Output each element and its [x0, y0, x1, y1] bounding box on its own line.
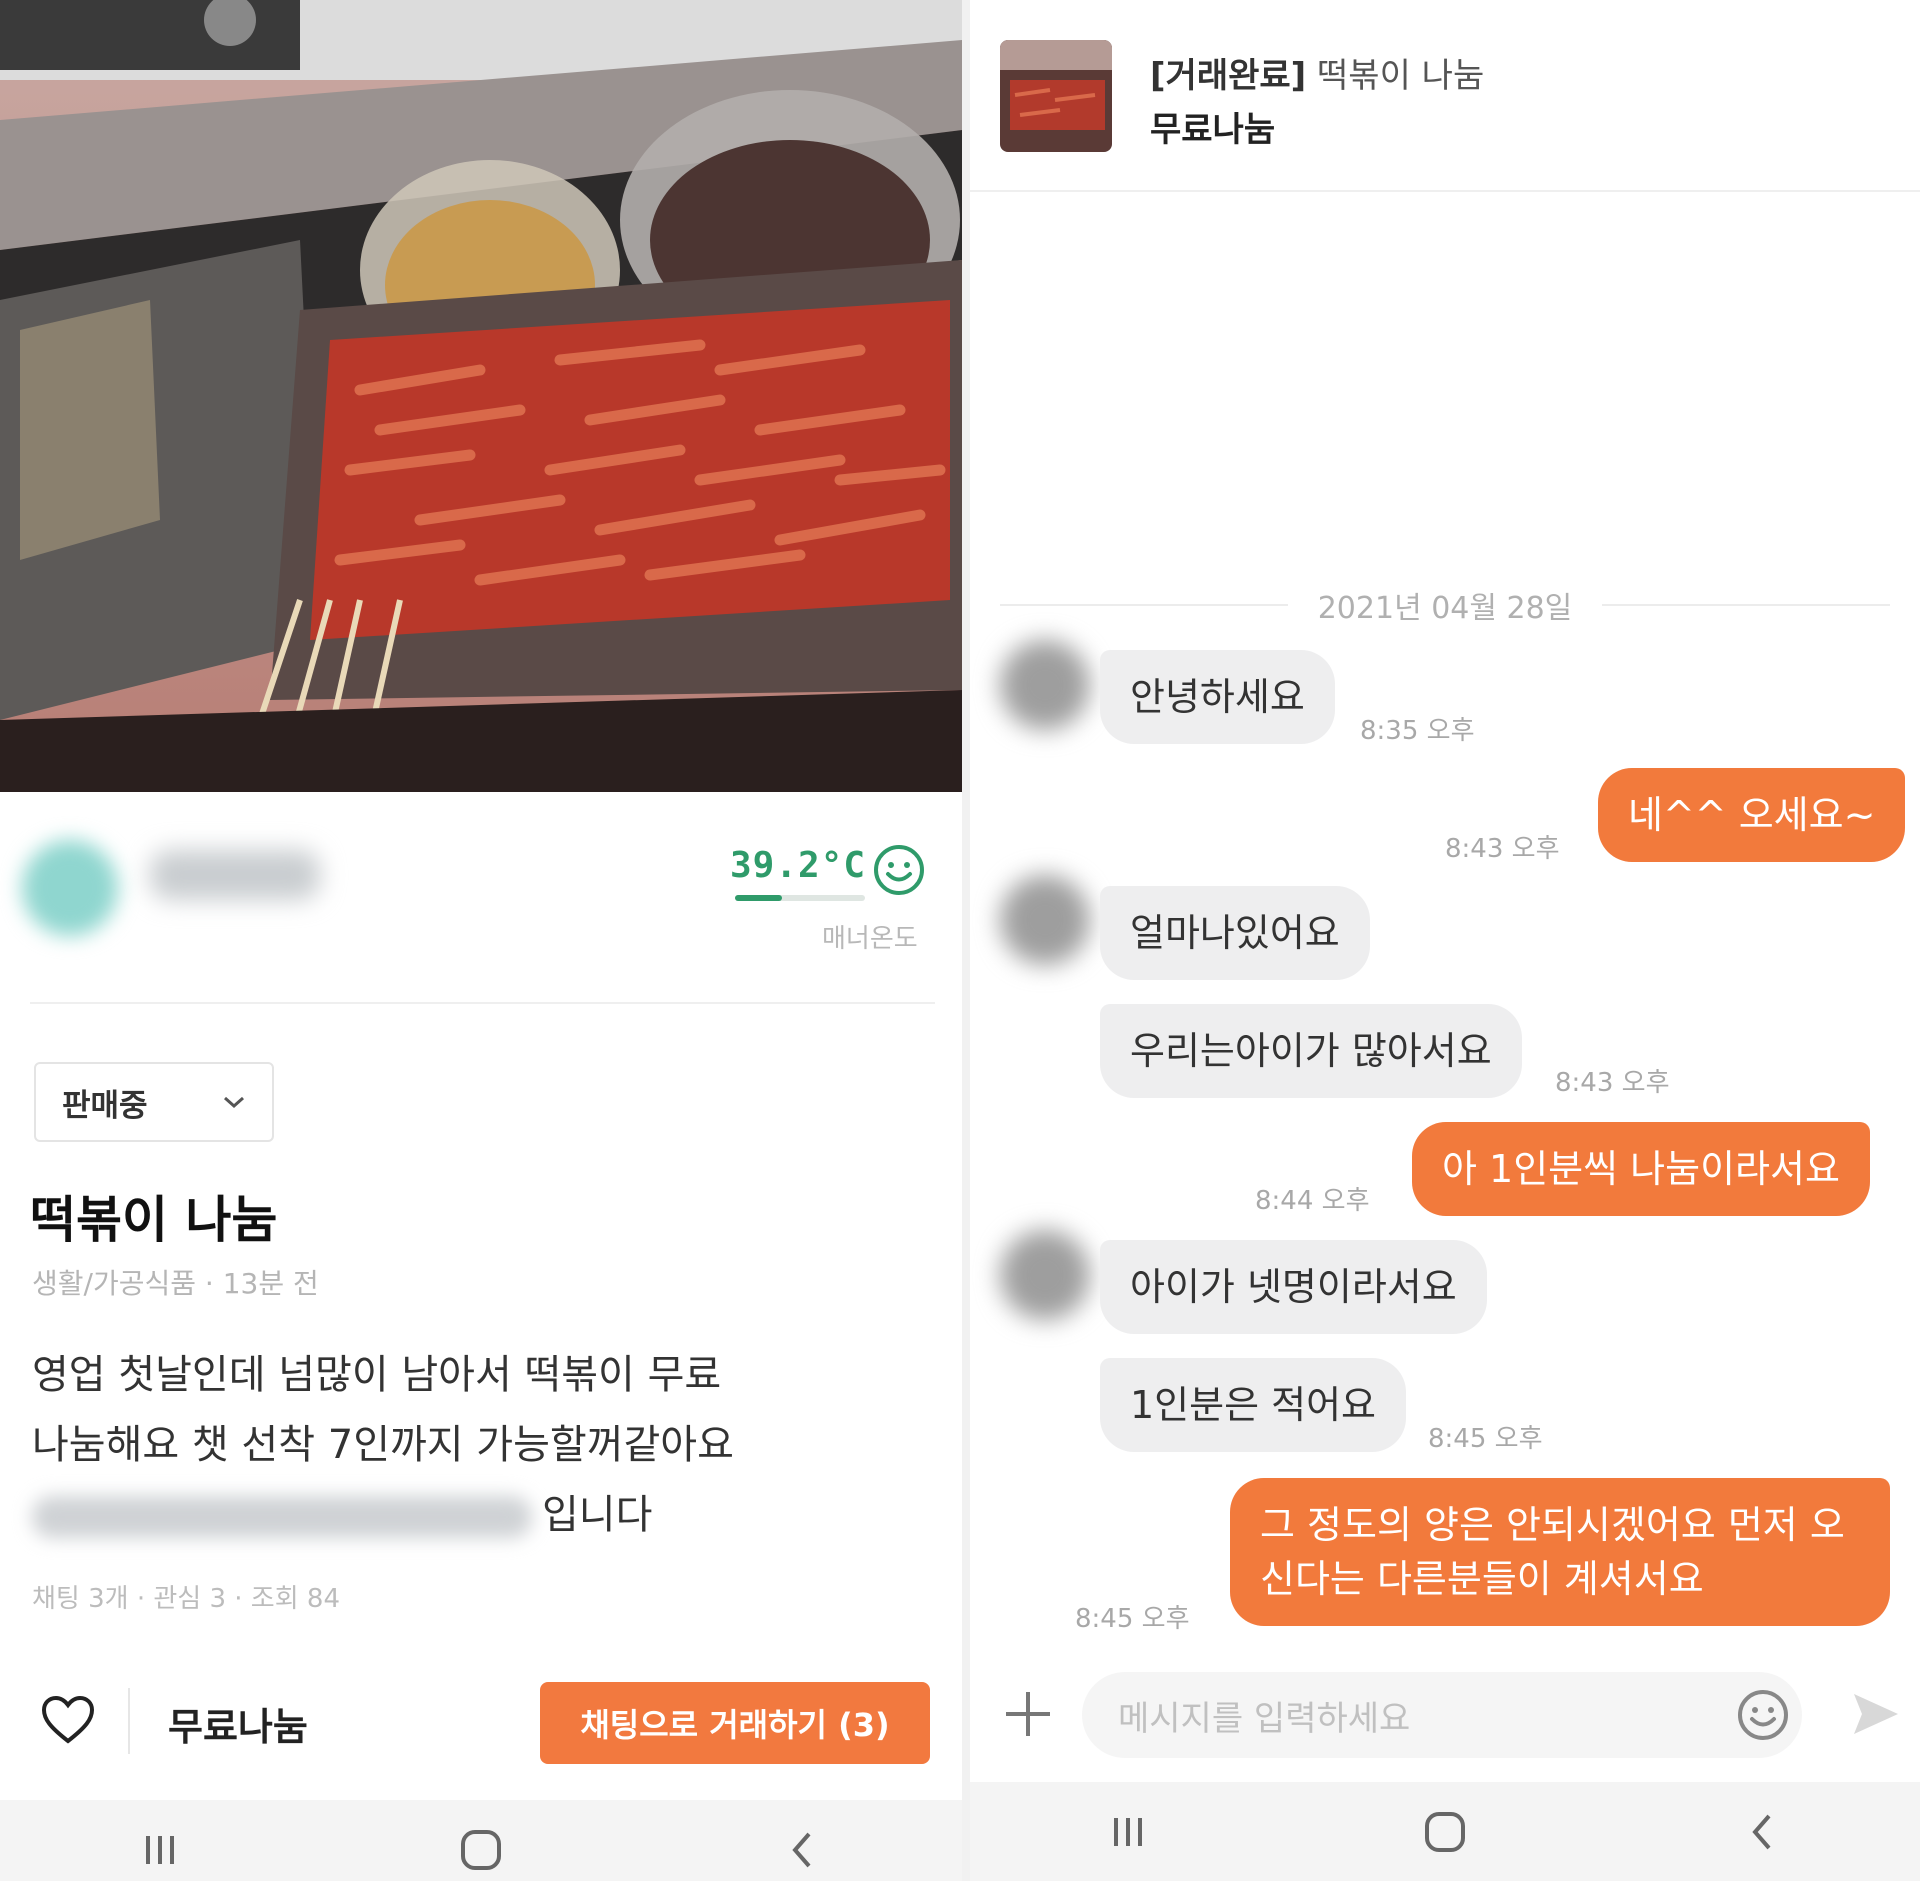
- home-icon[interactable]: [1415, 1802, 1475, 1862]
- partner-avatar[interactable]: [1000, 640, 1090, 730]
- listing-stats: 채팅 3개 · 관심 3 · 조회 84: [32, 1584, 340, 1614]
- divider: [128, 1688, 130, 1754]
- partner-avatar[interactable]: [1000, 1230, 1090, 1320]
- incoming-message: 얼마나있어요: [1100, 886, 1370, 980]
- chat-date: 2021년 04월 28일: [1317, 591, 1573, 626]
- chat-screen: [거래완료] 떡볶이 나눔 무료나눔 2021년 04월 28일 안녕하세요 8…: [970, 0, 1920, 1881]
- partner-avatar[interactable]: [1000, 875, 1090, 965]
- price-label: 무료나눔: [168, 1705, 308, 1749]
- send-icon[interactable]: [1850, 1688, 1902, 1740]
- listing-screen: 39.2°C 매너온도 판매중 떡볶이 나눔 생활/가공식품 · 13분 전 영…: [0, 0, 962, 1881]
- chat-item-price: 무료나눔: [1150, 110, 1276, 150]
- divider: [30, 1002, 935, 1004]
- status-dropdown[interactable]: 판매중: [34, 1062, 274, 1142]
- listing-title: 떡볶이 나눔: [30, 1191, 278, 1249]
- description-line: 나눔해요 챗 선착 7인까지 가능할꺼같아요: [32, 1422, 734, 1468]
- listing-photo[interactable]: [0, 0, 962, 792]
- incoming-message: 우리는아이가 많아서요: [1100, 1004, 1522, 1098]
- chat-item-title: [거래완료] 떡볶이 나눔: [1150, 48, 1484, 97]
- redacted-text: [32, 1496, 532, 1538]
- manner-temperature-label: 매너온도: [822, 924, 918, 954]
- message-time: 8:45 오후: [1428, 1424, 1543, 1454]
- seller-name[interactable]: [150, 850, 320, 900]
- item-title: 떡볶이 나눔: [1317, 56, 1485, 96]
- message-time: 8:43 오후: [1445, 834, 1560, 864]
- heart-icon[interactable]: [40, 1694, 96, 1746]
- recent-apps-icon[interactable]: [130, 1820, 190, 1880]
- tteokbokki-photo: [0, 0, 962, 792]
- android-nav-bar: [970, 1782, 1920, 1881]
- description-line-end: 입니다: [542, 1492, 653, 1538]
- manner-temperature-fill: [735, 895, 782, 901]
- seller-avatar[interactable]: [22, 840, 118, 936]
- incoming-message: 안녕하세요: [1100, 650, 1335, 744]
- plus-icon[interactable]: [1000, 1686, 1056, 1742]
- listing-description: 영업 첫날인데 넘많이 남아서 떡볶이 무료 나눔해요 챗 선착 7인까지 가능…: [32, 1340, 912, 1550]
- message-time: 8:35 오후: [1360, 716, 1475, 746]
- divider: [1602, 604, 1891, 606]
- recent-apps-icon[interactable]: [1098, 1802, 1158, 1862]
- trade-status: [거래완료]: [1150, 56, 1307, 96]
- incoming-message: 1인분은 적어요: [1100, 1358, 1407, 1452]
- message-time: 8:44 오후: [1255, 1186, 1370, 1216]
- back-icon[interactable]: [772, 1820, 832, 1880]
- message-time: 8:45 오후: [1075, 1604, 1190, 1634]
- manner-temperature: 39.2°C: [730, 845, 867, 886]
- panel-divider: [962, 0, 970, 1881]
- message-time: 8:43 오후: [1555, 1068, 1670, 1098]
- message-input-placeholder: 메시지를 입력하세요: [1118, 1698, 1411, 1739]
- home-icon[interactable]: [451, 1820, 511, 1880]
- outgoing-message: 아 1인분씩 나눔이라서요: [1412, 1122, 1870, 1216]
- date-separator: 2021년 04월 28일: [1000, 580, 1891, 630]
- listing-meta: 생활/가공식품 · 13분 전: [32, 1267, 319, 1300]
- description-line: 입니다: [32, 1480, 912, 1550]
- description-line: 영업 첫날인데 넘많이 남아서 떡볶이 무료: [32, 1352, 722, 1398]
- status-value: 판매중: [62, 1087, 148, 1124]
- item-thumbnail[interactable]: [1000, 40, 1112, 152]
- outgoing-message: 네^^ 오세요~: [1598, 768, 1906, 862]
- smile-icon: [874, 845, 924, 895]
- message-input[interactable]: 메시지를 입력하세요: [1082, 1672, 1802, 1758]
- back-icon[interactable]: [1732, 1802, 1792, 1862]
- chat-trade-button[interactable]: 채팅으로 거래하기 (3): [540, 1682, 930, 1764]
- android-nav-bar: [0, 1800, 962, 1881]
- emoji-icon[interactable]: [1736, 1688, 1790, 1742]
- manner-temperature-bar: [735, 895, 865, 901]
- chevron-down-icon: [224, 1096, 244, 1109]
- outgoing-message: 그 정도의 양은 안되시겠어요 먼저 오신다는 다른분들이 계셔서요: [1230, 1478, 1890, 1626]
- divider: [1000, 604, 1288, 606]
- incoming-message: 아이가 넷명이라서요: [1100, 1240, 1487, 1334]
